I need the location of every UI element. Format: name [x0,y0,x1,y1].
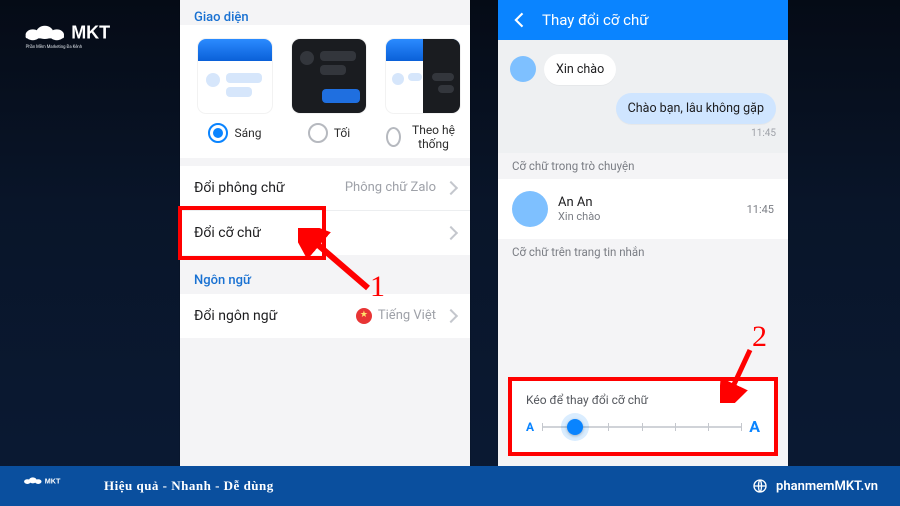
preview-caption: Cỡ chữ trong trò chuyện [498,153,788,179]
flag-vietnam-icon [356,308,372,324]
theme-radio-auto[interactable]: Theo hệ thống [386,123,460,152]
chevron-right-icon [444,181,458,195]
annotation-number-2: 2 [752,320,767,354]
slider-min-icon: A [526,420,534,434]
footer-tagline: Hiệu quả - Nhanh - Dễ dùng [104,478,274,494]
row-label: Đổi phông chữ [194,180,285,196]
row-hint: Phông chữ Zalo [345,180,436,195]
contact-name: An An [558,195,600,210]
conversation-preview: Xin chào Chào bạn, lâu không gặp 11:45 [498,40,788,153]
app-bar-title: Thay đổi cỡ chữ [542,11,649,29]
bubble-time: 11:45 [616,128,776,139]
svg-text:Phần Mềm Marketing Đa Kênh: Phần Mềm Marketing Đa Kênh [26,45,83,50]
theme-thumb-light [198,39,272,113]
theme-label: Sáng [234,126,261,140]
slider-max-icon: A [749,417,760,436]
slider-thumb[interactable] [567,419,583,435]
slider-track[interactable] [542,426,741,428]
theme-thumb-auto [386,39,460,113]
app-bar: Thay đổi cỡ chữ [498,0,788,40]
theme-thumb-dark [292,39,366,113]
row-change-font-size[interactable]: Đổi cỡ chữ [180,210,470,255]
globe-icon [752,478,768,494]
contact-row-preview: An An Xin chào 11:45 [498,179,788,239]
font-size-screen: Thay đổi cỡ chữ Xin chào Chào bạn, lâu k… [498,0,788,466]
theme-label: Tối [334,126,350,140]
section-header-language: Ngôn ngữ [180,263,470,288]
footer-bar: MKT Hiệu quả - Nhanh - Dễ dùng phanmemMK… [0,466,900,506]
avatar [510,56,536,82]
back-button[interactable] [510,10,530,30]
svg-text:MKT: MKT [45,476,61,485]
chat-bubble-out: Chào bạn, lâu không gặp [616,93,776,124]
contact-sub: Xin chào [558,210,600,223]
mkt-logo: MKT Phần Mềm Marketing Đa Kênh [22,18,142,64]
settings-screen: Giao diện Sáng Tối [180,0,470,466]
bubble-text: Xin chào [556,62,604,77]
chevron-right-icon [444,226,458,240]
theme-option-auto[interactable]: Theo hệ thống [386,39,460,152]
mkt-logo-footer: MKT [22,475,82,497]
chevron-right-icon [444,309,458,323]
theme-option-light[interactable]: Sáng [198,39,272,152]
row-hint: Tiếng Việt [378,308,436,323]
avatar [512,191,548,227]
footer-site-link[interactable]: phanmemMKT.vn [752,478,878,494]
chat-bubble-in: Xin chào [544,54,616,85]
row-change-font[interactable]: Đổi phông chữ Phông chữ Zalo [180,166,470,210]
bubble-text: Chào bạn, lâu không gặp [628,101,764,116]
theme-option-dark[interactable]: Tối [292,39,366,152]
slider-label: Kéo để thay đổi cỡ chữ [526,393,760,407]
theme-radio-light[interactable]: Sáng [208,123,261,143]
theme-radio-dark[interactable]: Tối [308,123,350,143]
annotation-number-1: 1 [370,270,385,304]
contact-time: 11:45 [747,203,774,216]
svg-text:MKT: MKT [71,22,110,42]
theme-selector: Sáng Tối Theo hệ thống [180,25,470,158]
section-header-interface: Giao diện [180,0,470,25]
preview-caption: Cỡ chữ trên trang tin nhắn [498,239,788,265]
font-size-slider-box: Kéo để thay đổi cỡ chữ A A [508,377,778,456]
font-size-slider[interactable]: A A [526,417,760,436]
theme-label: Theo hệ thống [407,123,460,152]
footer-site-text: phanmemMKT.vn [776,479,878,494]
row-label: Đổi cỡ chữ [194,225,261,241]
row-change-language[interactable]: Đổi ngôn ngữ Tiếng Việt [180,294,470,338]
row-label: Đổi ngôn ngữ [194,308,277,324]
